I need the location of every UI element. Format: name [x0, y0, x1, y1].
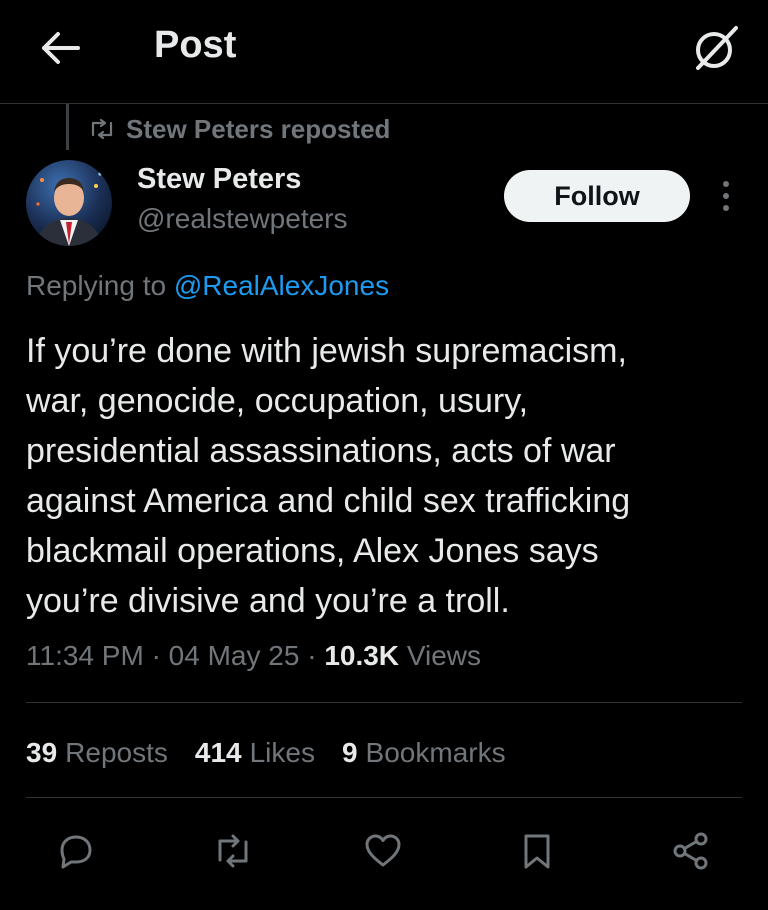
- reply-context: Replying to @RealAlexJones: [26, 270, 389, 302]
- meta-separator: ·: [151, 640, 161, 671]
- action-bar: [0, 822, 768, 878]
- bookmarks-stat[interactable]: 9 Bookmarks: [342, 737, 506, 769]
- like-icon: [365, 834, 401, 867]
- reply-button[interactable]: [52, 828, 98, 874]
- likes-label: Likes: [249, 737, 315, 768]
- reposts-label: Reposts: [65, 737, 168, 768]
- meta-separator: ·: [307, 640, 317, 671]
- bookmarks-label: Bookmarks: [365, 737, 506, 768]
- share-button[interactable]: [668, 828, 714, 874]
- grok-button[interactable]: [688, 20, 744, 76]
- reply-icon: [60, 835, 92, 869]
- more-options-button[interactable]: [708, 176, 744, 216]
- post-text-line: If you’re done with jewish supremacism,: [26, 332, 627, 370]
- post-time[interactable]: 11:34 PM: [26, 640, 144, 671]
- more-vertical-icon: [723, 181, 729, 211]
- share-icon: [673, 832, 708, 870]
- bookmark-icon: [524, 834, 550, 869]
- mention-link[interactable]: @RealAlexJones: [174, 270, 389, 301]
- repost-context[interactable]: Stew Peters reposted: [90, 112, 390, 146]
- reposts-stat[interactable]: 39 Reposts: [26, 737, 168, 769]
- repost-label: Stew Peters reposted: [126, 113, 391, 144]
- top-bar: Post: [0, 0, 768, 104]
- likes-stat[interactable]: 414 Likes: [195, 737, 315, 769]
- post-text-line: presidential assassinations, acts of war: [26, 432, 616, 470]
- post-text-line: you’re divisive and you’re a troll.: [26, 582, 510, 620]
- post-page: Post Stew Peters reposted Stew Peters @r…: [0, 0, 768, 910]
- views-count: 10.3K: [324, 640, 400, 671]
- bookmark-button[interactable]: [514, 828, 560, 874]
- page-title: Post: [154, 24, 237, 66]
- divider: [26, 797, 742, 798]
- reply-prefix: Replying to: [26, 270, 167, 301]
- repost-icon: [218, 834, 248, 868]
- author-handle[interactable]: @realstewpeters: [137, 203, 348, 235]
- repost-button[interactable]: [210, 828, 256, 874]
- post-text-line: blackmail operations, Alex Jones says: [26, 532, 599, 570]
- reposts-count: 39: [26, 737, 58, 768]
- follow-button[interactable]: Follow: [504, 170, 690, 222]
- views-label: Views: [406, 640, 481, 671]
- like-button[interactable]: [360, 828, 406, 874]
- repost-icon: [91, 119, 113, 139]
- engagement-stats: 39 Reposts 414 Likes 9 Bookmarks: [26, 733, 506, 773]
- divider: [26, 702, 742, 703]
- post-text-line: against America and child sex traffickin…: [26, 482, 631, 520]
- bookmarks-count: 9: [341, 737, 358, 768]
- author-name[interactable]: Stew Peters: [137, 163, 301, 196]
- post-meta: 11:34 PM · 04 May 25 · 10.3K Views: [26, 640, 481, 672]
- arrow-left-icon: [42, 32, 80, 64]
- grok-icon: [696, 26, 738, 70]
- back-button[interactable]: [36, 28, 84, 68]
- post-date[interactable]: 04 May 25: [169, 640, 300, 671]
- thread-line: [66, 104, 69, 150]
- likes-count: 414: [194, 737, 242, 768]
- post-text: If you’re done with jewish supremacism, …: [26, 326, 756, 626]
- avatar[interactable]: [26, 160, 112, 246]
- avatar-image: [26, 160, 112, 246]
- post-text-line: war, genocide, occupation, usury,: [26, 382, 529, 420]
